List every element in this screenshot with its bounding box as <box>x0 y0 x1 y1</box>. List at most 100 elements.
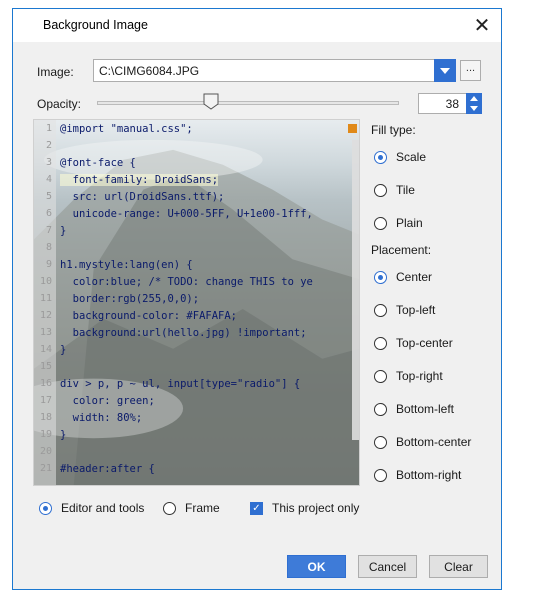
radio-icon <box>374 303 387 317</box>
checkbox-label: This project only <box>272 501 360 515</box>
background-preview: 1 2 3 4 5 6 7 8 9 10 11 12 13 14 15 16 17 18 19 20 21 @impor… <box>33 119 360 486</box>
clear-button[interactable]: Clear <box>429 555 488 578</box>
fill-type-label: Fill type: <box>371 123 416 137</box>
background-image-dialog: Background Image ✕ Image: C:\CIMG6084.JP… <box>12 8 502 590</box>
placement-bottom-right-radio[interactable]: Bottom-right <box>374 468 461 482</box>
line-number: 19 <box>39 429 52 440</box>
line-number: 6 <box>45 208 52 219</box>
radio-label: Bottom-left <box>396 402 455 416</box>
radio-selected-icon <box>374 150 387 164</box>
line-number: 16 <box>39 378 52 389</box>
placement-top-left-radio[interactable]: Top-left <box>374 303 435 317</box>
image-path-combobox[interactable]: C:\CIMG6084.JPG <box>93 59 456 82</box>
opacity-slider-thumb[interactable] <box>203 93 219 110</box>
increment-button[interactable] <box>466 93 482 104</box>
code-line: #header:after { <box>60 463 155 475</box>
title-bar: Background Image ✕ <box>13 9 501 42</box>
line-number: 4 <box>45 174 52 185</box>
code-line: color:blue; /* TODO: change THIS to ye <box>60 276 313 288</box>
cancel-button[interactable]: Cancel <box>358 555 417 578</box>
radio-label: Frame <box>185 501 220 515</box>
placement-bottom-center-radio[interactable]: Bottom-center <box>374 435 471 449</box>
line-number: 8 <box>45 242 52 253</box>
line-number: 12 <box>39 310 52 321</box>
code-line: div > p, p ~ ul, input[type="radio"] { <box>60 378 301 390</box>
code-line: color: green; <box>60 395 155 407</box>
line-number: 3 <box>45 157 52 168</box>
radio-icon <box>374 183 387 197</box>
line-number: 1 <box>45 123 52 134</box>
line-number: 7 <box>45 225 52 236</box>
fill-type-tile-radio[interactable]: Tile <box>374 183 415 197</box>
radio-selected-icon <box>39 501 52 515</box>
chevron-up-icon <box>470 95 478 101</box>
line-number: 10 <box>39 276 52 287</box>
radio-label: Plain <box>396 216 423 230</box>
code-line: @font-face { <box>60 157 136 169</box>
placement-top-right-radio[interactable]: Top-right <box>374 369 443 383</box>
line-number: 18 <box>39 412 52 423</box>
line-number: 11 <box>39 293 52 304</box>
radio-label: Top-left <box>396 303 436 317</box>
radio-icon <box>374 468 387 482</box>
opacity-slider-track[interactable] <box>97 101 399 105</box>
code-line: } <box>60 344 67 356</box>
checkmark-icon: ✓ <box>250 501 263 515</box>
line-number: 17 <box>39 395 52 406</box>
line-number: 21 <box>39 463 52 474</box>
scope-editor-and-tools-radio[interactable]: Editor and tools <box>39 501 144 515</box>
dropdown-button[interactable] <box>434 59 456 82</box>
line-number: 2 <box>45 140 52 151</box>
radio-label: Tile <box>396 183 415 197</box>
code-line: width: 80%; <box>60 412 143 424</box>
placement-center-radio[interactable]: Center <box>374 270 432 284</box>
image-label: Image: <box>37 65 74 79</box>
code-line: } <box>60 225 67 237</box>
radio-icon <box>374 216 387 230</box>
radio-label: Editor and tools <box>61 501 145 515</box>
line-number-gutter: 1 2 3 4 5 6 7 8 9 10 11 12 13 14 15 16 17 18 19 20 21 <box>34 120 56 485</box>
radio-icon <box>374 369 387 383</box>
ok-button[interactable]: OK <box>287 555 346 578</box>
dialog-title: Background Image <box>43 18 148 32</box>
this-project-only-checkbox[interactable]: ✓ This project only <box>250 501 359 515</box>
placement-top-center-radio[interactable]: Top-center <box>374 336 453 350</box>
line-number: 9 <box>45 259 52 270</box>
line-number: 5 <box>45 191 52 202</box>
placement-bottom-left-radio[interactable]: Bottom-left <box>374 402 454 416</box>
close-button[interactable]: ✕ <box>465 9 499 41</box>
radio-label: Center <box>396 270 433 284</box>
line-number: 14 <box>39 344 52 355</box>
opacity-label: Opacity: <box>37 97 82 111</box>
image-path-value: C:\CIMG6084.JPG <box>99 64 200 78</box>
radio-icon <box>374 435 387 449</box>
code-line: background-color: #FAFAFA; <box>60 310 238 322</box>
spinner-buttons[interactable] <box>466 93 482 114</box>
code-line: } <box>60 429 67 441</box>
radio-selected-icon <box>374 270 387 284</box>
line-number: 15 <box>39 361 52 372</box>
radio-label: Top-center <box>396 336 453 350</box>
code-line: font-family: DroidSans; <box>60 174 219 186</box>
radio-label: Top-right <box>396 369 443 383</box>
radio-icon <box>163 501 176 515</box>
chevron-down-icon <box>440 67 450 74</box>
radio-icon <box>374 336 387 350</box>
code-line: src: url(DroidSans.ttf); <box>60 191 225 203</box>
radio-label: Bottom-center <box>396 435 472 449</box>
placement-label: Placement: <box>371 243 432 257</box>
browse-button[interactable]: ... <box>460 60 481 81</box>
opacity-value: 38 <box>445 97 459 111</box>
fill-type-plain-radio[interactable]: Plain <box>374 216 423 230</box>
fill-type-scale-radio[interactable]: Scale <box>374 150 426 164</box>
opacity-spinner[interactable]: 38 <box>418 93 482 114</box>
line-number: 13 <box>39 327 52 338</box>
code-line: @import "manual.css"; <box>60 123 193 135</box>
decrement-button[interactable] <box>466 104 482 115</box>
vertical-scrollbar[interactable] <box>352 140 359 440</box>
close-icon: ✕ <box>473 14 491 37</box>
line-number: 20 <box>39 446 52 457</box>
code-line: border:rgb(255,0,0); <box>60 293 200 305</box>
code-line: background:url(hello.jpg) !important; <box>60 327 307 339</box>
scope-frame-radio[interactable]: Frame <box>163 501 220 515</box>
